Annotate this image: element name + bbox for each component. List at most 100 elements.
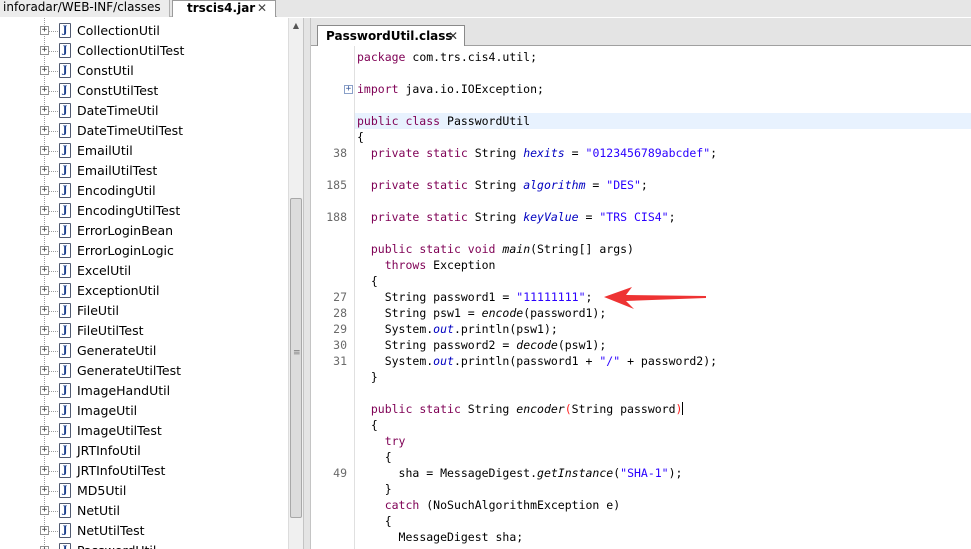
code-token: "0123456789abcdef" — [585, 146, 711, 160]
expand-plus-icon[interactable]: + — [40, 306, 49, 315]
code-token: { — [384, 514, 392, 528]
code-token: ( — [564, 402, 572, 416]
tree-item[interactable]: + J GenerateUtil — [40, 341, 288, 361]
close-icon[interactable]: ✕ — [257, 1, 267, 16]
code-line: import java.io.IOException; — [357, 81, 544, 97]
expand-plus-icon[interactable]: + — [40, 346, 49, 355]
expand-plus-icon[interactable]: + — [40, 66, 49, 75]
tree-item[interactable]: + J EmailUtil — [40, 141, 288, 161]
java-class-icon: J — [59, 363, 71, 378]
expand-plus-icon[interactable]: + — [40, 286, 49, 295]
tree-item-label: ImageUtil — [77, 403, 138, 418]
java-class-icon: J — [59, 403, 71, 418]
tree-item-label: ImageUtilTest — [77, 423, 162, 438]
code-line: System.out.println(password1 + "/" + pas… — [357, 353, 717, 369]
tree-item[interactable]: + J ImageUtilTest — [40, 421, 288, 441]
expand-plus-icon[interactable]: + — [40, 46, 49, 55]
expand-plus-icon[interactable]: + — [40, 506, 49, 515]
code-token: { — [370, 418, 378, 432]
expand-plus-icon[interactable]: + — [40, 86, 49, 95]
expand-plus-icon[interactable]: + — [40, 146, 49, 155]
tree-item[interactable]: + J FileUtilTest — [40, 321, 288, 341]
close-icon[interactable]: ✕ — [448, 26, 458, 46]
tree-item[interactable]: + J ErrorLoginBean — [40, 221, 288, 241]
expand-plus-icon[interactable]: + — [40, 326, 49, 335]
expand-plus-icon[interactable]: + — [40, 466, 49, 475]
tree-item[interactable]: + J EncodingUtil — [40, 181, 288, 201]
tree-item[interactable]: + J EmailUtilTest — [40, 161, 288, 181]
code-token: algorithm — [523, 178, 586, 192]
code-token: ; — [585, 290, 593, 304]
tree-item[interactable]: + J ConstUtil — [40, 61, 288, 81]
tree-item[interactable]: + J FileUtil — [40, 301, 288, 321]
expand-plus-icon[interactable]: + — [40, 166, 49, 175]
code-line: try — [357, 433, 406, 449]
tree-scrollbar[interactable]: ▲ ≡ — [288, 18, 303, 549]
code-token: ); — [668, 466, 683, 480]
tree-item[interactable]: + J ImageHandUtil — [40, 381, 288, 401]
expand-plus-icon[interactable]: + — [40, 446, 49, 455]
code-token: "/" — [599, 354, 621, 368]
expand-plus-icon[interactable]: + — [40, 226, 49, 235]
expand-plus-icon[interactable]: + — [40, 526, 49, 535]
code-token: out — [433, 354, 454, 368]
expand-plus-icon[interactable]: + — [40, 206, 49, 215]
tree-item[interactable]: + J CollectionUtilTest — [40, 41, 288, 61]
expand-plus-icon[interactable]: + — [40, 126, 49, 135]
code-token: "DES" — [606, 178, 641, 192]
tree-item[interactable]: + J MD5Util — [40, 481, 288, 501]
tree-item[interactable]: + J GenerateUtilTest — [40, 361, 288, 381]
expand-plus-icon[interactable]: + — [40, 246, 49, 255]
tree-item[interactable]: + J JRTInfoUtil — [40, 441, 288, 461]
tree-item[interactable]: + J ErrorLoginLogic — [40, 241, 288, 261]
expand-plus-icon[interactable]: + — [40, 406, 49, 415]
tree-scroll-thumb[interactable]: ≡ — [290, 198, 302, 518]
expand-plus-icon[interactable]: + — [40, 26, 49, 35]
code-token: decode — [516, 338, 558, 352]
code-token: keyValue — [523, 210, 579, 224]
fold-expand-icon[interactable]: + — [344, 85, 353, 94]
tree-item[interactable]: +JPasswordUtil — [40, 541, 288, 549]
tab-classes-path-label: inforadar/WEB-INF/classes — [3, 0, 161, 14]
java-class-icon: J — [59, 303, 71, 318]
tree-item[interactable]: + J EncodingUtilTest — [40, 201, 288, 221]
tree-item[interactable]: + J NetUtilTest — [40, 521, 288, 541]
tree-item[interactable]: + J JRTInfoUtilTest — [40, 461, 288, 481]
line-number: 38 — [333, 146, 347, 160]
tab-passwordutil-class[interactable]: PasswordUtil.class ✕ — [317, 25, 465, 47]
tree-item-label: JRTInfoUtil — [77, 443, 141, 458]
tree-item[interactable]: + J DateTimeUtilTest — [40, 121, 288, 141]
tree-item[interactable]: + J NetUtil — [40, 501, 288, 521]
tree-item[interactable]: + J DateTimeUtil — [40, 101, 288, 121]
expand-plus-icon[interactable]: + — [40, 386, 49, 395]
tree-item-label: ImageHandUtil — [77, 383, 171, 398]
tree-item-label: ExcelUtil — [77, 263, 132, 278]
tree-item[interactable]: + J ExcelUtil — [40, 261, 288, 281]
expand-plus-icon[interactable]: + — [40, 106, 49, 115]
tree-item-label: MD5Util — [77, 483, 127, 498]
java-class-icon: J — [59, 503, 71, 518]
expand-plus-icon[interactable]: + — [40, 486, 49, 495]
tree-item[interactable]: + J ImageUtil — [40, 401, 288, 421]
tree-item[interactable]: + J ExceptionUtil — [40, 281, 288, 301]
expand-plus-icon[interactable]: + — [40, 426, 49, 435]
code-line: package com.trs.cis4.util; — [357, 49, 537, 65]
scroll-up-arrow-icon[interactable]: ▲ — [289, 18, 303, 34]
code-token: { — [370, 274, 378, 288]
tree-item[interactable]: + J CollectionUtil — [40, 21, 288, 41]
expand-plus-icon[interactable]: + — [40, 266, 49, 275]
code-token: String — [467, 210, 524, 224]
code-token: .println(password1 + — [453, 354, 600, 368]
code-line: String password2 = decode(psw1); — [357, 337, 607, 353]
expand-plus-icon[interactable]: + — [40, 186, 49, 195]
tab-trscis4-jar[interactable]: trscis4.jar ✕ — [172, 0, 276, 17]
line-number: 27 — [333, 290, 347, 304]
java-class-icon: J — [59, 463, 71, 478]
code-token: (String[] args) — [530, 242, 634, 256]
tab-classes-path[interactable]: inforadar/WEB-INF/classes — [0, 0, 170, 17]
code-line: public static String encoder(String pass… — [357, 401, 684, 417]
tree-item[interactable]: + J ConstUtilTest — [40, 81, 288, 101]
pane-splitter[interactable] — [303, 18, 311, 549]
line-number: 185 — [326, 178, 347, 192]
expand-plus-icon[interactable]: + — [40, 366, 49, 375]
